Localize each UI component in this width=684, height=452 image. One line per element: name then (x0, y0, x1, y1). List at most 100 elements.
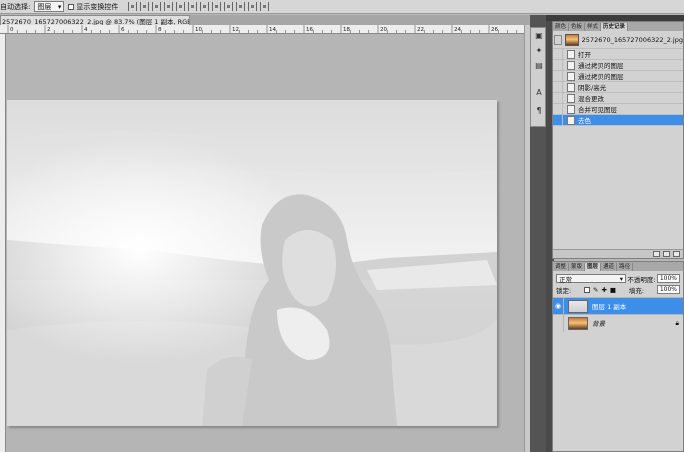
eye-icon[interactable]: ◉ (553, 297, 564, 315)
snapshot-name: 2572670_165727006322_2.jpg (581, 35, 683, 44)
ruler-number: 4 (84, 27, 88, 33)
history-brush-slot[interactable] (553, 71, 563, 81)
history-brush-slot[interactable] (553, 93, 563, 103)
align-bottom-icon[interactable] (152, 2, 162, 11)
history-item[interactable]: 通过拷贝的图层 (553, 71, 683, 82)
history-item-label: 通过拷贝的图层 (578, 73, 624, 81)
history-snapshot[interactable]: 2572670_165727006322_2.jpg (553, 31, 683, 49)
desaturated-photo (7, 100, 497, 426)
layer-row-active[interactable]: ◉ 图层 1 副本 (553, 297, 683, 315)
lock-label: 锁定: (556, 286, 572, 295)
show-transform-checkbox[interactable]: 显示变换控件 (68, 2, 118, 12)
tab-adjustments[interactable]: 调整 (553, 263, 570, 271)
layer-thumbnail (568, 316, 588, 330)
align-top-icon[interactable] (128, 2, 138, 11)
lock-row: 锁定: ✎ ✚ ■ 填充: 100% (556, 284, 680, 295)
document-icon (567, 49, 575, 59)
history-item[interactable]: 通过拷贝的图层 (553, 60, 683, 71)
tab-channels[interactable]: 通道 (601, 263, 618, 271)
ruler-ticks: 0 2 4 6 8 10 12 14 16 18 20 22 24 26 (7, 25, 527, 33)
paragraph-panel-icon[interactable]: ¶ (534, 106, 544, 116)
layer-name: 图层 1 副本 (592, 303, 627, 311)
history-item[interactable]: 阴影/高光 (553, 82, 683, 93)
document-icon (567, 93, 575, 103)
history-panel-footer (553, 249, 683, 258)
blend-row: 正常 ▾ 不透明度: 100% (556, 273, 680, 284)
tab-color[interactable]: 颜色 (553, 23, 570, 31)
checkbox-box[interactable] (68, 3, 75, 10)
lock-position-icon[interactable]: ✚ (601, 286, 606, 294)
ruler-number: 18 (343, 27, 350, 33)
document-tab-bar: 2572670_165727006322_2.jpg @ 83.7% (图层 1… (0, 15, 530, 25)
lock-pixels-icon[interactable]: ✎ (593, 286, 598, 294)
document-image[interactable] (7, 100, 497, 426)
auto-select-dropdown[interactable]: 图层 ▾ (34, 1, 65, 12)
history-item[interactable]: 合并可见图层 (553, 104, 683, 115)
ruler-number: 2 (47, 27, 51, 33)
ruler-number: 22 (417, 27, 424, 33)
history-item-label: 打开 (578, 51, 591, 59)
options-bar: 自动选择: 图层 ▾ 显示变换控件 (0, 0, 684, 14)
tab-layers[interactable]: 图层 (585, 263, 602, 271)
lock-all-icon[interactable]: ■ (610, 286, 616, 294)
history-brush-slot[interactable] (553, 115, 563, 125)
distribute-bottom-icon[interactable] (224, 2, 234, 11)
history-item-label: 阴影/高光 (578, 84, 607, 92)
trash-icon[interactable] (673, 251, 680, 257)
history-brush-icon[interactable] (554, 34, 562, 45)
history-item-active[interactable]: 去色 (553, 115, 683, 126)
tab-masks[interactable]: 蒙版 (569, 263, 586, 271)
align-left-icon[interactable] (164, 2, 174, 11)
ruler-number: 6 (121, 27, 125, 33)
new-snapshot-icon[interactable] (663, 251, 670, 257)
ruler-number: 10 (195, 27, 202, 33)
ruler-number: 24 (454, 27, 461, 33)
distribute-left-icon[interactable] (236, 2, 246, 11)
brushes-panel-icon[interactable]: ▤ (534, 61, 544, 71)
history-brush-slot[interactable] (553, 49, 563, 59)
opacity-label: 不透明度: (627, 275, 656, 284)
history-item[interactable]: 打开 (553, 49, 683, 60)
history-item-label: 合并可见图层 (578, 106, 617, 114)
snapshot-thumbnail (564, 33, 579, 46)
history-item-label: 通过拷贝的图层 (578, 62, 624, 70)
ruler-number: 8 (158, 27, 162, 33)
lock-icon: 🔒︎ (675, 318, 679, 327)
character-panel-icon[interactable]: A (534, 88, 544, 98)
history-brush-slot[interactable] (553, 82, 563, 92)
distribute-top-icon[interactable] (200, 2, 210, 11)
layers-panel-tabs: 调整 蒙版 图层 通道 路径 (553, 262, 683, 271)
visibility-toggle[interactable] (553, 314, 564, 332)
chevron-down-icon: ▾ (619, 274, 623, 283)
history-panel-icon[interactable]: ▣ (534, 31, 544, 41)
document-icon (567, 60, 575, 70)
history-brush-slot[interactable] (553, 104, 563, 114)
tab-history[interactable]: 历史记录 (601, 23, 629, 31)
actions-panel-icon[interactable]: ✦ (534, 46, 544, 56)
document-tab[interactable]: 2572670_165727006322_2.jpg @ 83.7% (图层 1… (0, 15, 190, 25)
distribute-right-icon[interactable] (260, 2, 270, 11)
history-item-label: 去色 (578, 117, 591, 125)
history-brush-slot[interactable] (553, 60, 563, 70)
align-vcenter-icon[interactable] (140, 2, 150, 11)
distribute-hcenter-icon[interactable] (248, 2, 258, 11)
blend-mode-value: 正常 (559, 275, 572, 284)
distribute-vcenter-icon[interactable] (212, 2, 222, 11)
history-list: 打开 通过拷贝的图层 通过拷贝的图层 阴影/高光 混合更改 合并可见图层 去色 (553, 49, 683, 126)
tab-swatches[interactable]: 色板 (569, 23, 586, 31)
blend-mode-dropdown[interactable]: 正常 ▾ (556, 274, 626, 284)
align-hcenter-icon[interactable] (176, 2, 186, 11)
align-right-icon[interactable] (188, 2, 198, 11)
new-document-from-state-icon[interactable] (653, 251, 660, 257)
layer-name: 背景 (592, 320, 605, 328)
layer-row[interactable]: 背景 🔒︎ (553, 314, 683, 332)
fill-input[interactable]: 100% (656, 285, 680, 294)
history-item[interactable]: 混合更改 (553, 93, 683, 104)
opacity-input[interactable]: 100% (656, 274, 680, 283)
ruler-number: 26 (491, 27, 498, 33)
lock-transparency-icon[interactable] (583, 286, 590, 293)
tab-paths[interactable]: 路径 (617, 263, 634, 271)
document-icon (567, 82, 575, 92)
canvas-area[interactable] (6, 34, 530, 452)
tab-styles[interactable]: 样式 (585, 23, 602, 31)
